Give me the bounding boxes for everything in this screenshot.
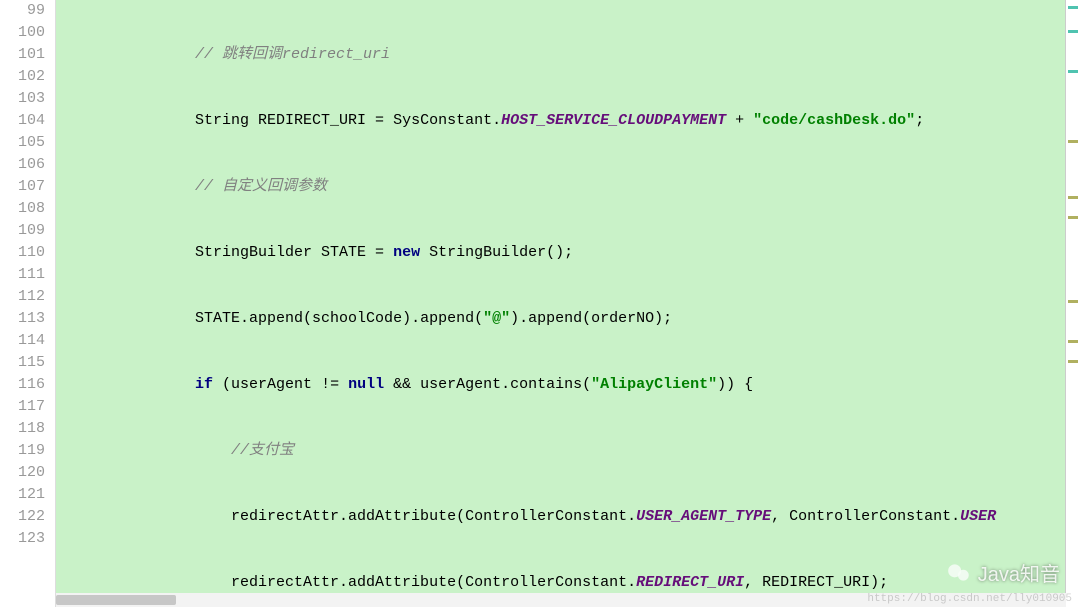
line-number: 102 bbox=[0, 66, 45, 88]
warning-marker-icon[interactable] bbox=[1068, 340, 1078, 343]
string-literal: "code/cashDesk.do" bbox=[753, 112, 915, 129]
line-number: 105 bbox=[0, 132, 45, 154]
line-number: 112 bbox=[0, 286, 45, 308]
line-number: 116 bbox=[0, 374, 45, 396]
diff-marker-icon[interactable] bbox=[1068, 70, 1078, 73]
line-number: 108 bbox=[0, 198, 45, 220]
code-line: redirectAttr.addAttribute(ControllerCons… bbox=[60, 572, 1080, 594]
keyword: if bbox=[195, 376, 213, 393]
comment: //支付宝 bbox=[231, 442, 294, 459]
code-line: if (userAgent != null && userAgent.conta… bbox=[60, 374, 1080, 396]
line-number: 113 bbox=[0, 308, 45, 330]
warning-marker-icon[interactable] bbox=[1068, 360, 1078, 363]
code-line: //支付宝 bbox=[60, 440, 1080, 462]
wechat-icon bbox=[946, 560, 972, 586]
line-number: 103 bbox=[0, 88, 45, 110]
keyword: new bbox=[393, 244, 420, 261]
line-number: 118 bbox=[0, 418, 45, 440]
warning-marker-icon[interactable] bbox=[1068, 216, 1078, 219]
code-area[interactable]: // 跳转回调redirect_uri String REDIRECT_URI … bbox=[56, 0, 1080, 607]
line-number-gutter: 9910010110210310410510610710810911011111… bbox=[0, 0, 56, 607]
code-line: StringBuilder STATE = new StringBuilder(… bbox=[60, 242, 1080, 264]
line-number: 100 bbox=[0, 22, 45, 44]
scrollbar-thumb[interactable] bbox=[56, 595, 176, 605]
diff-marker-icon[interactable] bbox=[1068, 6, 1078, 9]
line-number: 114 bbox=[0, 330, 45, 352]
code-line: redirectAttr.addAttribute(ControllerCons… bbox=[60, 506, 1080, 528]
line-number: 121 bbox=[0, 484, 45, 506]
code-line: // 自定义回调参数 bbox=[60, 176, 1080, 198]
string-literal: "@" bbox=[483, 310, 510, 327]
warning-marker-icon[interactable] bbox=[1068, 196, 1078, 199]
line-number: 104 bbox=[0, 110, 45, 132]
field-ref: HOST_SERVICE_CLOUDPAYMENT bbox=[501, 112, 726, 129]
keyword: null bbox=[348, 376, 384, 393]
line-number: 115 bbox=[0, 352, 45, 374]
line-number: 109 bbox=[0, 220, 45, 242]
line-number: 117 bbox=[0, 396, 45, 418]
line-number: 110 bbox=[0, 242, 45, 264]
line-number: 111 bbox=[0, 264, 45, 286]
warning-marker-icon[interactable] bbox=[1068, 300, 1078, 303]
line-number: 106 bbox=[0, 154, 45, 176]
line-number: 107 bbox=[0, 176, 45, 198]
line-number: 99 bbox=[0, 0, 45, 22]
line-number: 120 bbox=[0, 462, 45, 484]
code-line: STATE.append(schoolCode).append("@").app… bbox=[60, 308, 1080, 330]
string-literal: "AlipayClient" bbox=[591, 376, 717, 393]
source-url-watermark: https://blog.csdn.net/lly010905 bbox=[867, 593, 1072, 605]
comment: // 自定义回调参数 bbox=[195, 178, 327, 195]
line-number: 123 bbox=[0, 528, 45, 550]
warning-marker-icon[interactable] bbox=[1068, 140, 1078, 143]
line-number: 101 bbox=[0, 44, 45, 66]
line-number: 119 bbox=[0, 440, 45, 462]
field-ref: USER bbox=[960, 508, 996, 525]
field-ref: USER_AGENT_TYPE bbox=[636, 508, 771, 525]
field-ref: REDIRECT_URI bbox=[636, 574, 744, 591]
code-editor: 9910010110210310410510610710810911011111… bbox=[0, 0, 1080, 607]
watermark-logo: Java知音 bbox=[946, 558, 1060, 587]
code-line: String REDIRECT_URI = SysConstant.HOST_S… bbox=[60, 110, 1080, 132]
watermark-text: Java知音 bbox=[978, 558, 1060, 587]
diff-marker-icon[interactable] bbox=[1068, 30, 1078, 33]
comment: // 跳转回调redirect_uri bbox=[195, 46, 390, 63]
line-number: 122 bbox=[0, 506, 45, 528]
marker-strip[interactable] bbox=[1065, 0, 1080, 607]
code-line: // 跳转回调redirect_uri bbox=[60, 44, 1080, 66]
